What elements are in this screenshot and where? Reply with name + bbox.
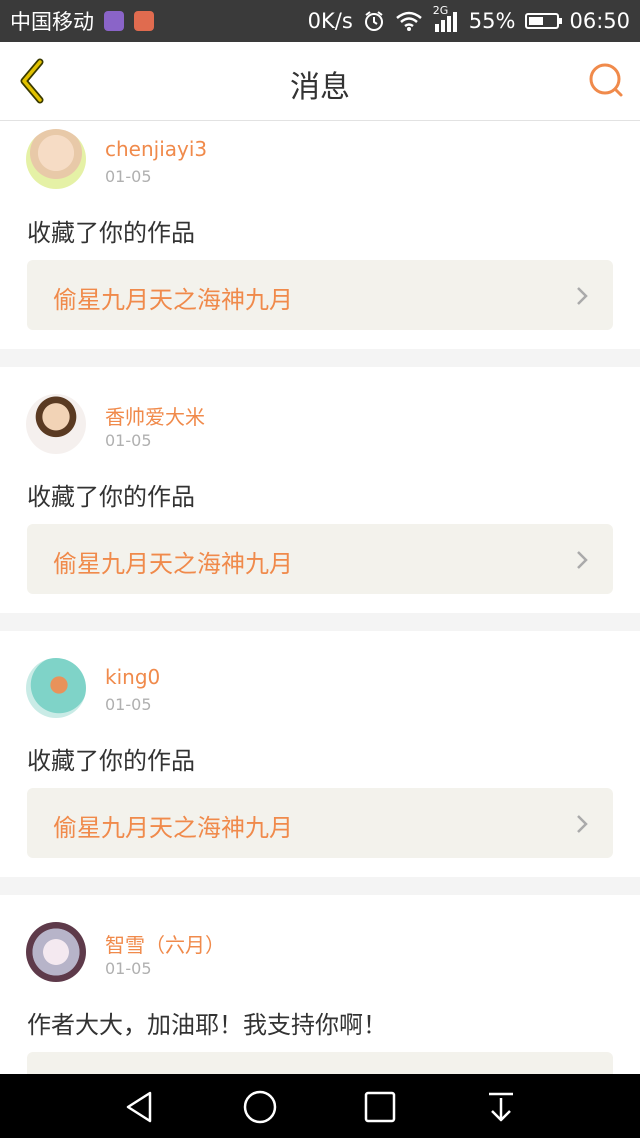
work-link[interactable]: 偷星九月天之海神九月 xyxy=(27,524,613,594)
nav-notification-pulldown-icon[interactable] xyxy=(482,1088,520,1126)
avatar[interactable] xyxy=(26,922,86,982)
app-header: 消息 xyxy=(0,42,640,121)
work-title: 偷星九月天之海神九月 xyxy=(53,286,293,314)
network-type: 2G xyxy=(432,4,449,17)
chevron-right-icon xyxy=(577,287,588,305)
nav-home-icon[interactable] xyxy=(241,1088,279,1126)
message-date: 01-05 xyxy=(105,695,152,714)
work-title: 偷星九月天之海神九月 xyxy=(53,814,293,842)
nav-back-icon[interactable] xyxy=(120,1088,158,1126)
username[interactable]: king0 xyxy=(105,665,160,689)
message-text: 收藏了你的作品 xyxy=(27,747,195,775)
message-feed[interactable]: chenjiayi3 01-05 收藏了你的作品 偷星九月天之海神九月 香帅爱大… xyxy=(0,121,640,1074)
username[interactable]: 香帅爱大米 xyxy=(105,401,205,430)
message-date: 01-05 xyxy=(105,167,152,186)
nav-recents-icon[interactable] xyxy=(361,1088,399,1126)
chevron-right-icon xyxy=(577,551,588,569)
search-icon[interactable] xyxy=(586,60,626,100)
signal-indicator: 2G xyxy=(433,4,459,32)
carrier-label: 中国移动 xyxy=(10,10,94,34)
username[interactable]: chenjiayi3 xyxy=(105,137,207,161)
message-text: 收藏了你的作品 xyxy=(27,219,195,247)
system-nav-bar xyxy=(0,1074,640,1138)
message-date: 01-05 xyxy=(105,959,152,978)
message-card: 智雪（六月） 01-05 作者大大，加油耶！我支持你啊！ xyxy=(0,895,640,1074)
wifi-icon xyxy=(395,11,422,31)
page-title: 消息 xyxy=(290,70,350,105)
work-link[interactable] xyxy=(27,1052,613,1074)
chevron-right-icon xyxy=(577,815,588,833)
message-card: 香帅爱大米 01-05 收藏了你的作品 偷星九月天之海神九月 xyxy=(0,367,640,613)
username[interactable]: 智雪（六月） xyxy=(105,929,225,958)
message-card: chenjiayi3 01-05 收藏了你的作品 偷星九月天之海神九月 xyxy=(0,121,640,349)
work-link[interactable]: 偷星九月天之海神九月 xyxy=(27,260,613,330)
message-card: king0 01-05 收藏了你的作品 偷星九月天之海神九月 xyxy=(0,631,640,877)
alarm-icon xyxy=(364,11,383,31)
battery-fill xyxy=(529,17,544,25)
app-notification-icon xyxy=(134,11,154,31)
work-link[interactable]: 偷星九月天之海神九月 xyxy=(27,788,613,858)
battery-icon xyxy=(525,13,563,29)
clock: 06:50 xyxy=(569,9,630,33)
app-notification-icon xyxy=(104,11,124,31)
message-date: 01-05 xyxy=(105,431,152,450)
battery-percent: 55% xyxy=(468,9,516,33)
status-bar: 中国移动 0K/s 2G 55% 06:50 xyxy=(0,0,640,42)
avatar[interactable] xyxy=(26,129,86,189)
message-text: 收藏了你的作品 xyxy=(27,483,195,511)
work-title: 偷星九月天之海神九月 xyxy=(53,550,293,578)
network-speed: 0K/s xyxy=(307,9,353,33)
message-text: 作者大大，加油耶！我支持你啊！ xyxy=(27,1011,387,1039)
avatar[interactable] xyxy=(26,394,86,454)
avatar[interactable] xyxy=(26,658,86,718)
